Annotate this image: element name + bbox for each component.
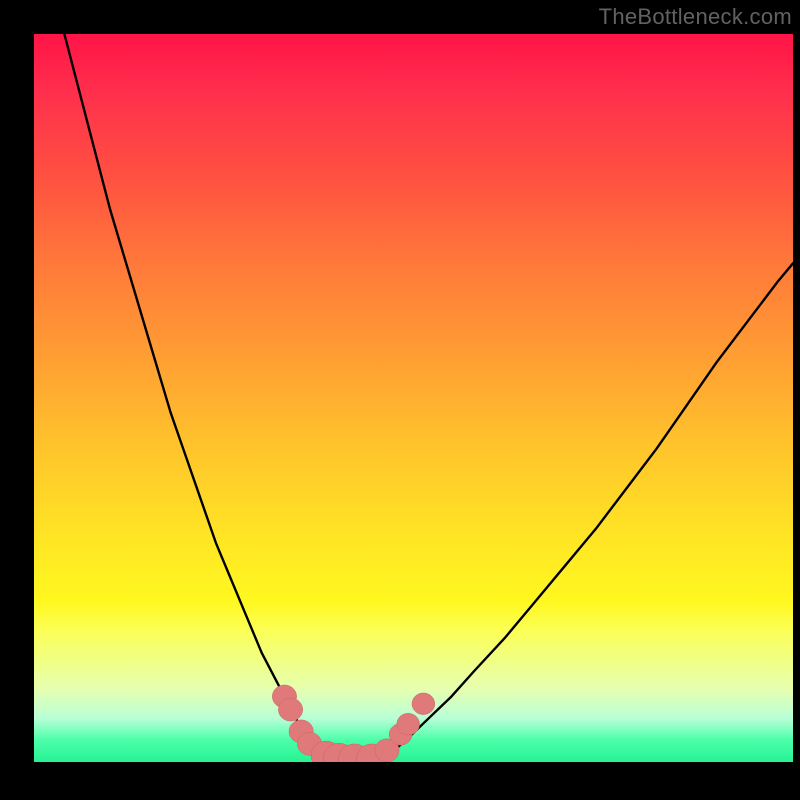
watermark-text: TheBottleneck.com — [599, 4, 792, 30]
curve-group — [64, 34, 793, 761]
right-bead-upper — [412, 693, 435, 715]
right-bead-mid2 — [397, 713, 420, 735]
bottleneck-curve-svg — [34, 34, 793, 762]
left-bead-mid — [278, 698, 302, 721]
bottleneck-curve — [64, 34, 793, 761]
plot-area — [34, 34, 793, 762]
chart-frame: TheBottleneck.com — [0, 0, 800, 800]
bead-group — [272, 685, 434, 762]
